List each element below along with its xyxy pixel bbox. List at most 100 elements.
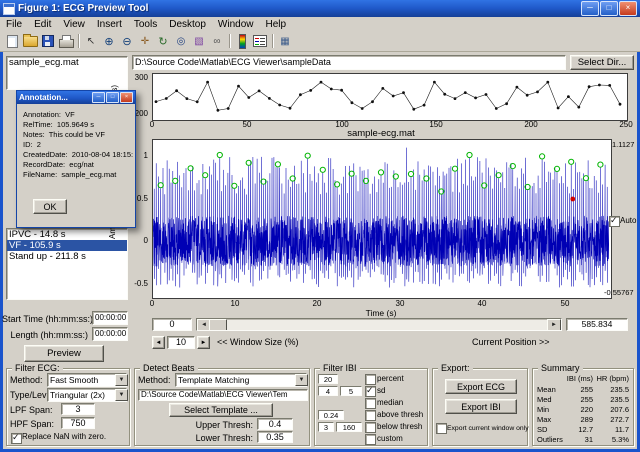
dialog-close-button[interactable]: × (120, 92, 133, 103)
ecg-plot (152, 139, 612, 299)
summary-row-name: Outliers (537, 435, 563, 444)
link-plot-icon[interactable]: ∞ (208, 33, 226, 50)
menu-help[interactable]: Help (260, 19, 293, 30)
above-thresh-field[interactable]: 0.24 (318, 410, 344, 420)
maximize-button[interactable]: □ (600, 1, 618, 16)
new-figure-icon[interactable] (3, 33, 21, 50)
dialog-ok-button[interactable]: OK (33, 199, 67, 214)
slider-right-arrow[interactable]: ► (547, 319, 561, 330)
save-figure-icon[interactable] (39, 33, 57, 50)
custom-checkbox[interactable] (365, 434, 376, 445)
minimize-button[interactable]: ─ (581, 1, 599, 16)
ecg-xtick: 20 (312, 299, 322, 308)
auto-scale-label: Auto (620, 216, 637, 225)
start-time-field[interactable]: 00:00:00 (92, 311, 128, 325)
matlab-figure-icon (3, 2, 15, 15)
export-title: Export: (438, 363, 473, 373)
ecg-xtick: 0 (149, 299, 155, 308)
template-path-field[interactable]: D:\Source Code\Matlab\ECG Viewer\Tem (138, 389, 308, 401)
window-size-decrease-button[interactable]: ◄ (152, 336, 165, 349)
summary-row-name: Max (537, 415, 552, 424)
brush-icon[interactable]: ▧ (190, 33, 208, 50)
close-button[interactable]: × (619, 1, 637, 16)
floppy-icon (42, 35, 54, 47)
chevron-down-icon[interactable]: ▼ (115, 389, 128, 401)
replace-nan-checkbox[interactable] (11, 432, 22, 444)
annotation-list-item[interactable]: Stand up - 211.8 s (7, 251, 127, 262)
insert-colorbar-icon[interactable] (233, 33, 251, 50)
hpf-span-field[interactable]: 750 (61, 417, 95, 429)
annotation-dialog: Annotation... ─ □ × Annotation: VF RelTi… (16, 90, 136, 228)
auto-scale-checkbox[interactable] (609, 215, 620, 227)
beat-method-dropdown[interactable]: Template Matching (175, 373, 307, 387)
export-window-label: Export current window only (447, 425, 529, 432)
sd-value1-field[interactable]: 4 (318, 386, 338, 396)
dialog-maximize-button[interactable]: □ (106, 92, 119, 103)
sd-checkbox[interactable] (365, 385, 376, 397)
preview-button[interactable]: Preview (24, 345, 104, 362)
below-thresh-field2[interactable]: 160 (336, 422, 362, 432)
percent-value-field[interactable]: 20 (318, 374, 338, 384)
plot-tools-icon[interactable]: ▦ (276, 33, 294, 50)
window-size-increase-button[interactable]: ► (197, 336, 210, 349)
menu-insert[interactable]: Insert (91, 19, 128, 30)
menu-file[interactable]: File (0, 19, 28, 30)
summary-row-ibi: 255 (580, 385, 593, 394)
median-checkbox[interactable] (365, 398, 376, 409)
summary-row-outliers: Outliers 31 5.3% (537, 435, 629, 444)
select-template-button[interactable]: Select Template ... (169, 403, 273, 417)
length-field[interactable]: 00:00:00 (92, 327, 128, 341)
dialog-minimize-button[interactable]: ─ (92, 92, 105, 103)
window-size-field[interactable]: 10 (167, 336, 195, 349)
zoom-in-icon[interactable]: ⊕ (100, 33, 118, 50)
upper-thresh-field[interactable]: 0.4 (257, 418, 293, 430)
below-thresh-field1[interactable]: 3 (318, 422, 334, 432)
filter-ecg-panel: Filter ECG: Method: Fast Smooth ▼ Type/L… (6, 363, 130, 446)
below-thresh-checkbox[interactable] (365, 422, 376, 433)
chevron-down-icon[interactable]: ▼ (295, 374, 308, 386)
median-label: median (377, 398, 404, 407)
edit-plot-icon[interactable]: ↖ (82, 33, 100, 50)
lower-thresh-field[interactable]: 0.35 (257, 431, 293, 443)
figure-window: Figure 1: ECG Preview Tool ─ □ × File Ed… (0, 0, 640, 452)
ecg-xtick: 10 (230, 299, 240, 308)
ibi-tachogram-plot (152, 73, 628, 121)
menu-tools[interactable]: Tools (128, 19, 163, 30)
position-slider[interactable]: ◄ ► (196, 318, 562, 331)
legend-icon (253, 35, 267, 47)
data-dir-field[interactable]: D:\Source Code\Matlab\ECG Viewer\sampleD… (132, 55, 566, 70)
file-list-item[interactable]: sample_ecg.mat (7, 57, 127, 68)
toolbar-separator (272, 34, 273, 48)
slider-thumb[interactable] (209, 319, 227, 330)
folder-icon (22, 33, 38, 47)
menu-window[interactable]: Window (212, 19, 260, 30)
zoom-out-icon[interactable]: ⊖ (118, 33, 136, 50)
summary-col-ibi: IBI (ms) (566, 374, 593, 383)
menu-desktop[interactable]: Desktop (163, 19, 212, 30)
page-icon (6, 34, 18, 48)
sd-value2-field[interactable]: 5 (340, 386, 362, 396)
toolbar-separator (229, 34, 230, 48)
total-length-field[interactable]: 585.834 (566, 318, 628, 331)
colorbar-icon (238, 33, 246, 49)
insert-legend-icon[interactable] (251, 33, 269, 50)
open-file-icon[interactable] (21, 33, 39, 50)
pan-icon[interactable]: ✛ (136, 33, 154, 50)
menu-edit[interactable]: Edit (28, 19, 57, 30)
window-start-field[interactable]: 0 (152, 318, 192, 331)
annotation-list-item-selected[interactable]: VF - 105.9 s (7, 240, 127, 251)
select-dir-button[interactable]: Select Dir... (570, 55, 634, 70)
data-cursor-icon[interactable]: ◎ (172, 33, 190, 50)
window-title: Figure 1: ECG Preview Tool (18, 3, 149, 14)
print-icon[interactable] (57, 33, 75, 50)
chevron-down-icon[interactable]: ▼ (115, 374, 128, 386)
export-ibi-button[interactable]: Export IBI (445, 399, 517, 414)
lpf-span-field[interactable]: 3 (61, 403, 95, 415)
percent-checkbox[interactable] (365, 374, 376, 385)
above-thresh-checkbox[interactable] (365, 410, 376, 421)
export-window-checkbox[interactable] (436, 423, 447, 434)
menu-view[interactable]: View (57, 19, 91, 30)
rotate-3d-icon[interactable]: ↻ (154, 33, 172, 50)
summary-row-name: SD (537, 425, 548, 434)
export-ecg-button[interactable]: Export ECG (445, 379, 517, 394)
